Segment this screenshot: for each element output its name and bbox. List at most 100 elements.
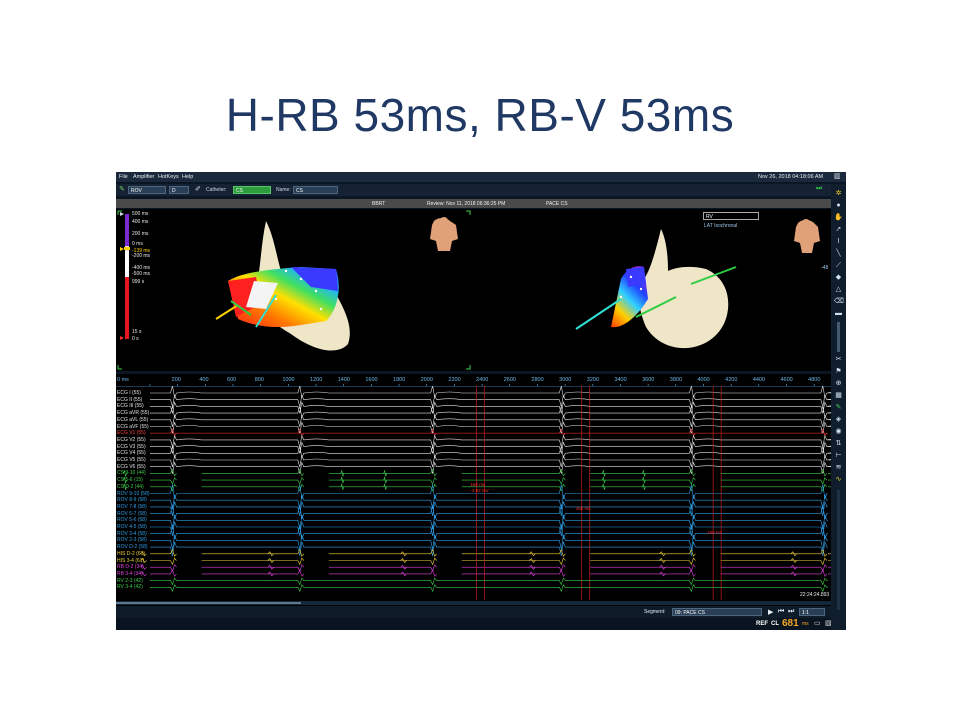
- pointer-icon[interactable]: ➚: [834, 226, 843, 234]
- flag-icon[interactable]: ⚑: [834, 368, 843, 376]
- step-back-icon[interactable]: ⏮: [778, 608, 784, 616]
- panel-menu-icon[interactable]: ▥: [834, 172, 841, 180]
- annotate-icon[interactable]: ✎: [834, 404, 843, 412]
- menu-hotkeys[interactable]: HotKeys: [158, 174, 179, 180]
- ecg-trace: [150, 434, 831, 447]
- eye-icon[interactable]: ◉: [834, 428, 843, 436]
- cycle-length-unit: ms: [802, 621, 809, 627]
- point-icon[interactable]: ●: [834, 202, 843, 210]
- signal-traces[interactable]: [116, 374, 831, 630]
- datetime-display: Nov 26, 2018 04:18:06 AM: [758, 174, 824, 180]
- filter-icon[interactable]: ≋: [834, 464, 843, 472]
- timeline-scrollbar[interactable]: [116, 601, 831, 605]
- timeline-scrollbar-thumb[interactable]: [116, 602, 301, 604]
- play-icon[interactable]: ▶: [768, 608, 773, 616]
- measure-icon[interactable]: ⟋: [834, 262, 843, 270]
- lat-scale-label-400: 400 ms: [132, 219, 149, 225]
- voltage-scale-label: 15 s: [132, 329, 142, 335]
- map-vertical-value: -48: [821, 265, 829, 271]
- text-cursor-icon[interactable]: I: [834, 238, 843, 246]
- map-view[interactable]: 500 ms 400 ms 200 ms 0 ms -139 ms -200 m…: [116, 209, 831, 371]
- triangle-icon[interactable]: △: [834, 286, 843, 294]
- name-select-value: CS: [296, 188, 303, 194]
- split-icon[interactable]: ⇅: [834, 440, 843, 448]
- capture-icon[interactable]: ◈: [834, 416, 843, 424]
- zoom-slider[interactable]: [837, 322, 840, 352]
- erase-icon[interactable]: ⌫: [834, 298, 844, 306]
- segment-select-value: 09: PACE CS: [675, 610, 705, 616]
- menu-help[interactable]: Help: [182, 174, 193, 180]
- settings-gear-icon[interactable]: ✲: [834, 190, 843, 198]
- ecg-scroll[interactable]: [837, 490, 840, 610]
- review-timestamp: Review: Nov 11, 2018 06:36:25 PM: [427, 200, 506, 207]
- map-name: BBRT: [372, 200, 386, 207]
- speed-select[interactable]: 1:1: [799, 608, 825, 616]
- caliper-interval-label: 160 ms: [707, 530, 722, 535]
- ecg-trace: [140, 569, 831, 577]
- step-forward-icon[interactable]: ⏭: [788, 608, 794, 616]
- catheter-select[interactable]: ROV: [128, 186, 166, 194]
- hand-pan-icon[interactable]: ✋: [834, 214, 843, 222]
- ecg-trace: [123, 468, 831, 477]
- ecg-trace: [150, 461, 831, 474]
- menu-file[interactable]: File: [119, 174, 128, 180]
- lat-color-scale[interactable]: [120, 212, 130, 340]
- cut-plane-icon[interactable]: ✂: [834, 356, 843, 364]
- ecg-trace: [150, 428, 828, 437]
- ecg-trace: [150, 584, 828, 593]
- map-select-rv[interactable]: RV: [703, 212, 759, 220]
- draw-line-icon[interactable]: ╲: [834, 250, 843, 258]
- slide-title: H-RB 53ms, RB-V 53ms: [225, 89, 735, 141]
- ecg-signal-view[interactable]: 0 ms 200 400 600 800 1000 1200 1400 1600 1800 2000…: [116, 374, 831, 630]
- catheter-type-select[interactable]: CS: [233, 186, 271, 194]
- name-select[interactable]: CS: [293, 186, 338, 194]
- slider-top-icon[interactable]: ▬: [834, 310, 843, 318]
- ecg-trace: [150, 577, 828, 586]
- catheter-type-value: CS: [236, 188, 243, 194]
- map-canvas[interactable]: [116, 209, 831, 371]
- shape-icon[interactable]: ◆: [834, 274, 843, 282]
- lat-scale-label-neg200: -200 ms: [132, 253, 151, 259]
- mode-select-value: D: [172, 188, 176, 194]
- lat-scale-label-0: 0 ms: [132, 241, 143, 247]
- torso-orientation-icon-left[interactable]: [430, 217, 458, 251]
- name-label: Name:: [276, 187, 291, 193]
- map-select-rv-value: RV: [706, 214, 713, 220]
- right-toolbar: ✲ ● ✋ ➚ I ╲ ⟋ ◆ △ ⌫ ▬ ✂ ⚑ ⊕ ▦ ✎ ◈ ◉ ⇅ ⊢ …: [831, 184, 846, 630]
- ecg-trace: [150, 421, 831, 434]
- pace-label: PACE CS: [546, 200, 568, 207]
- ecg-trace: [140, 564, 831, 572]
- grid-icon[interactable]: ▦: [834, 392, 843, 400]
- cycle-length-value: 681: [782, 618, 799, 629]
- segment-select[interactable]: 09: PACE CS: [672, 608, 762, 616]
- lat-scale-min: -500 ms: [132, 271, 151, 277]
- caliper-interval-label: 160 ms: [470, 482, 486, 487]
- catheter-tool-icon[interactable]: ✎: [119, 185, 125, 193]
- go-to-end-icon[interactable]: ⏭: [816, 185, 822, 193]
- caliper-voltage-label: -3.92 mV: [470, 488, 489, 493]
- ecg-trace: [150, 401, 831, 414]
- tag-icon[interactable]: ⊕: [834, 380, 843, 388]
- pen-icon[interactable]: ✐: [195, 185, 201, 193]
- caliper-interval-label: 160 ms: [575, 506, 591, 511]
- torso-orientation-icon-right[interactable]: [794, 219, 820, 253]
- lat-scale-max: 500 ms: [132, 211, 149, 217]
- status-footer: REF CL 681 ms ▭ ▧ ⊡: [116, 618, 846, 630]
- lat-scale-label-200: 200 ms: [132, 231, 149, 237]
- menu-amplifier[interactable]: Amplifier: [133, 174, 154, 180]
- monitor-icon[interactable]: ▭: [814, 619, 821, 627]
- calipers-icon[interactable]: ⊢: [834, 452, 843, 460]
- mode-select[interactable]: D: [169, 186, 189, 194]
- waveform-icon[interactable]: ∿: [834, 476, 843, 484]
- ecg-trace: [150, 446, 831, 459]
- catheter-label: Catheter:: [206, 187, 227, 193]
- ecg-trace: [150, 454, 831, 468]
- map-info-bar: BBRT Review: Nov 11, 2018 06:36:25 PM PA…: [116, 199, 831, 208]
- cursor-timestamp: 22:24:24.893: [800, 592, 830, 598]
- segment-label: Segment:: [644, 609, 666, 615]
- heart-model-right[interactable]: [575, 229, 737, 349]
- ecg-trace: [150, 394, 831, 407]
- ecg-trace: [140, 549, 831, 557]
- voltage-scale-min: 0 s: [132, 336, 139, 342]
- heart-model-left[interactable]: [215, 221, 350, 351]
